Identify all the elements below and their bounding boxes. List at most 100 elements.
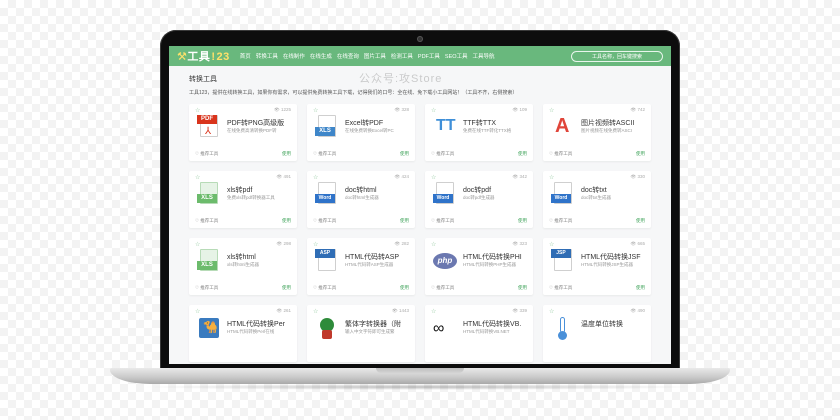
use-button[interactable]: 使用 [282, 218, 291, 224]
use-button[interactable]: 使用 [400, 151, 409, 157]
star-icon[interactable]: ☆ [431, 308, 436, 315]
tool-title: doc转txt [581, 187, 607, 194]
tool-title: xls转html [227, 254, 256, 261]
nav-item-convert[interactable]: 转换工具 [256, 52, 278, 60]
recommend-link[interactable]: ♡ 推荐工具 [549, 285, 572, 291]
tool-title: HTML代码转换VB. [463, 321, 522, 328]
star-icon[interactable]: ☆ [195, 107, 200, 114]
perl-icon: 🐪 [197, 316, 221, 340]
tool-card[interactable]: ☆ 👁 323 php HTML代码转换PHI HTML代码转换PHP生成器 ♡… [425, 238, 533, 295]
star-icon[interactable]: ☆ [313, 107, 318, 114]
star-icon[interactable]: ☆ [549, 107, 554, 114]
nav-item-directory[interactable]: 工具导航 [473, 52, 495, 60]
view-count: 👁 261 [276, 308, 291, 313]
word-icon: Word [433, 182, 457, 206]
use-button[interactable]: 使用 [518, 285, 527, 291]
use-button[interactable]: 使用 [400, 218, 409, 224]
thermometer-icon [551, 316, 575, 340]
tool-card[interactable]: ☆ 👁 330 Word doc转txt doc转txt生成器 ♡ 推荐工具 使… [543, 171, 651, 228]
nav-item-image[interactable]: 图片工具 [364, 52, 386, 60]
tool-title: 温度单位转换 [581, 321, 623, 328]
tool-card[interactable]: ☆ 👁 491 XLS xls转pdf 免费xls转pdf转换器工具 ♡ 推荐工… [189, 171, 297, 228]
tool-card[interactable]: ☆ 👁 328 XLS Excel转PDF 在线免费转换Excel转PC ♡ 推… [307, 104, 415, 161]
nav-item-make[interactable]: 在线制作 [283, 52, 305, 60]
ascii-icon: A [555, 115, 570, 137]
star-icon[interactable]: ☆ [431, 107, 436, 114]
tool-card[interactable]: ☆ 👁 261 🐪 HTML代码转换Per HTML代码转换Perl在线 [189, 305, 297, 362]
word-icon: Word [315, 182, 339, 206]
view-count: 👁 328 [394, 107, 409, 112]
tool-desc: 免费xls转pdf转换器工具 [227, 195, 275, 200]
tt-icon: TT [436, 117, 456, 134]
use-button[interactable]: 使用 [282, 151, 291, 157]
site-logo[interactable]: ⚒工具!23 [177, 48, 230, 64]
use-button[interactable]: 使用 [636, 218, 645, 224]
tool-card[interactable]: ☆ 👁 109 TT TTF转TTX 免费在线TTF转化TTX格 ♡ 推荐工具 … [425, 104, 533, 161]
nav-item-check[interactable]: 检测工具 [391, 52, 413, 60]
use-button[interactable]: 使用 [400, 285, 409, 291]
star-icon[interactable]: ☆ [549, 308, 554, 315]
tool-title: xls转pdf [227, 187, 253, 194]
recommend-link[interactable]: ♡ 推荐工具 [549, 218, 572, 224]
recommend-link[interactable]: ♡ 推荐工具 [195, 151, 218, 157]
tool-card[interactable]: ☆ 👁 282 ASP HTML代码转ASP HTML代码转ASP生成器 ♡ 推… [307, 238, 415, 295]
tool-card[interactable]: ☆ 👁 339 ∞ HTML代码转换VB. HTML代码转换VB.NET [425, 305, 533, 362]
tool-card[interactable]: ☆ 👁 1225 PDF ⅄ PDF转PNG高级版 在线免费高清转换PDF转 ♡ … [189, 104, 297, 161]
dragon-icon [315, 316, 339, 340]
laptop-shadow [140, 384, 700, 390]
pdf-icon: PDF ⅄ [197, 115, 221, 139]
view-count: 👁 298 [276, 241, 291, 246]
use-button[interactable]: 使用 [282, 285, 291, 291]
tool-desc: HTML代码转换Perl在线 [227, 329, 275, 334]
use-button[interactable]: 使用 [636, 285, 645, 291]
tool-card[interactable]: ☆ 👁 298 XLS xls转html xls转html生成器 ♡ 推荐工具 … [189, 238, 297, 295]
tool-card[interactable]: ☆ 👁 490 温度单位转换 [543, 305, 651, 362]
star-icon[interactable]: ☆ [313, 241, 318, 248]
recommend-link[interactable]: ♡ 推荐工具 [195, 285, 218, 291]
tool-card[interactable]: ☆ 👁 424 Word doc转html doc转html生成器 ♡ 推荐工具… [307, 171, 415, 228]
star-icon[interactable]: ☆ [431, 174, 436, 181]
tool-desc: 在线免费转换Excel转PC [345, 128, 394, 133]
recommend-link[interactable]: ♡ 推荐工具 [549, 151, 572, 157]
xls-green-icon: XLS [197, 182, 221, 206]
tool-card[interactable]: ☆ 👁 1443 繁体字转换器（附 输入中文字符即可生成繁 [307, 305, 415, 362]
recommend-link[interactable]: ♡ 推荐工具 [431, 285, 454, 291]
tool-desc: doc转html生成器 [345, 195, 379, 200]
star-icon[interactable]: ☆ [195, 241, 200, 248]
tool-desc: HTML代码转换JSP生成器 [581, 262, 634, 267]
main-nav: 首页 转换工具 在线制作 在线生成 在线查询 图片工具 检测工具 PDF工具 S… [240, 52, 495, 60]
tool-title: HTML代码转换Per [227, 321, 285, 328]
use-button[interactable]: 使用 [518, 151, 527, 157]
tool-title: 繁体字转换器（附 [345, 321, 401, 328]
use-button[interactable]: 使用 [636, 151, 645, 157]
nav-item-pdf[interactable]: PDF工具 [418, 52, 440, 60]
tool-desc: 图片视频在线免费转ASCI [581, 128, 633, 133]
tool-desc: 在线免费高清转换PDF转 [227, 128, 277, 133]
nav-item-seo[interactable]: SEO工具 [445, 52, 468, 60]
tool-card[interactable]: ☆ 👁 742 A 图片视频转ASCII 图片视频在线免费转ASCI ♡ 推荐工… [543, 104, 651, 161]
nav-item-generate[interactable]: 在线生成 [310, 52, 332, 60]
use-button[interactable]: 使用 [518, 218, 527, 224]
tool-card[interactable]: ☆ 👁 342 Word doc转pdf doc转pdf生成器 ♡ 推荐工具 使… [425, 171, 533, 228]
star-icon[interactable]: ☆ [195, 308, 200, 315]
recommend-link[interactable]: ♡ 推荐工具 [313, 151, 336, 157]
recommend-link[interactable]: ♡ 推荐工具 [431, 218, 454, 224]
tool-card[interactable]: ☆ 👁 665 JSP HTML代码转换JSF HTML代码转换JSP生成器 ♡… [543, 238, 651, 295]
star-icon[interactable]: ☆ [313, 308, 318, 315]
search-input[interactable]: 工具名称，回车键搜索 [571, 50, 663, 62]
laptop-screen: ⚒工具!23 首页 转换工具 在线制作 在线生成 在线查询 图片工具 检测工具 … [169, 46, 671, 364]
nav-item-home[interactable]: 首页 [240, 52, 251, 60]
nav-item-query[interactable]: 在线查询 [337, 52, 359, 60]
star-icon[interactable]: ☆ [549, 174, 554, 181]
recommend-link[interactable]: ♡ 推荐工具 [431, 151, 454, 157]
recommend-link[interactable]: ♡ 推荐工具 [313, 218, 336, 224]
star-icon[interactable]: ☆ [195, 174, 200, 181]
star-icon[interactable]: ☆ [431, 241, 436, 248]
webcam-icon [417, 36, 423, 42]
star-icon[interactable]: ☆ [549, 241, 554, 248]
view-count: 👁 323 [512, 241, 527, 246]
recommend-link[interactable]: ♡ 推荐工具 [195, 218, 218, 224]
recommend-link[interactable]: ♡ 推荐工具 [313, 285, 336, 291]
tool-desc: HTML代码转ASP生成器 [345, 262, 394, 267]
star-icon[interactable]: ☆ [313, 174, 318, 181]
